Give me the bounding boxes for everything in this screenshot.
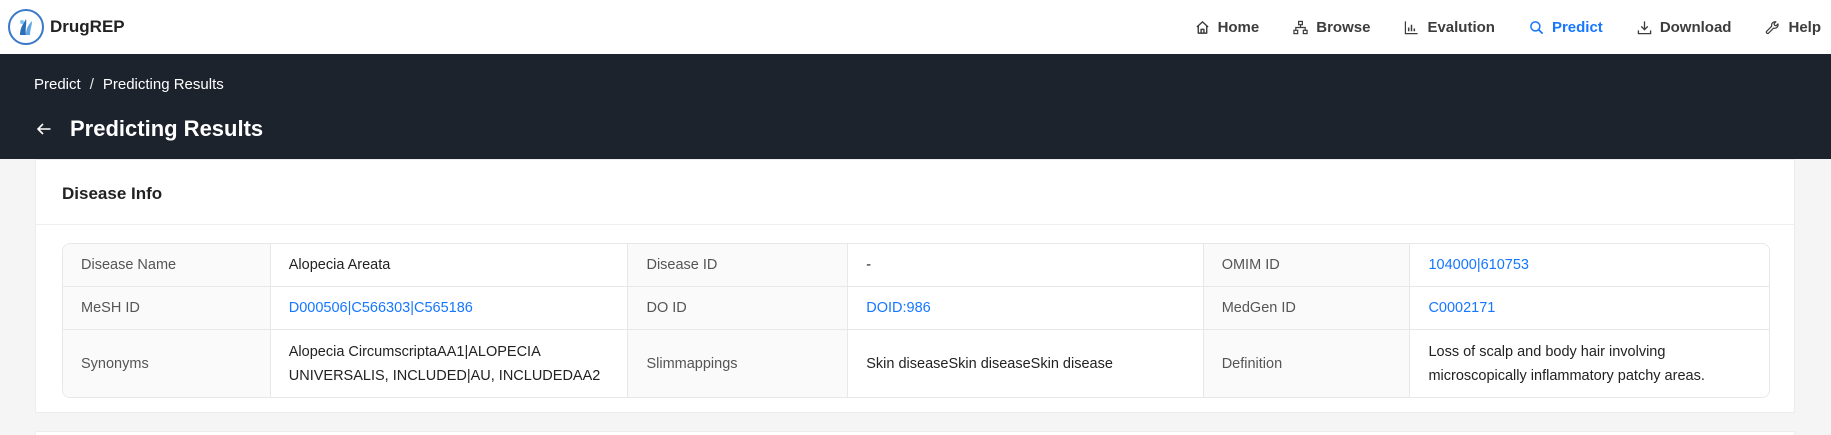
breadcrumb-separator: / xyxy=(89,76,94,93)
nav-home[interactable]: Home xyxy=(1178,0,1277,54)
omim-id-cell: 104000|610753 xyxy=(1410,244,1769,287)
drugrep-logo-icon xyxy=(8,9,44,45)
nav-download-label: Download xyxy=(1659,18,1732,36)
disease-info-table: Disease Name Alopecia Areata Disease ID … xyxy=(62,243,1770,398)
synonyms-line-2: UNIVERSALIS, INCLUDED|AU, INCLUDEDAA2 xyxy=(288,367,601,384)
nav-browse[interactable]: Browse xyxy=(1276,0,1387,54)
top-navbar: DrugREP Home Browse Evalution Predict Do… xyxy=(0,0,1831,54)
nav-download[interactable]: Download xyxy=(1620,0,1749,54)
nav-predict[interactable]: Predict xyxy=(1512,0,1620,54)
page-title: Predicting Results xyxy=(70,116,264,141)
omim-id-label: OMIM ID xyxy=(1203,244,1411,287)
do-id-cell: DOID:986 xyxy=(848,287,1204,330)
definition-label: Definition xyxy=(1203,330,1411,397)
slimmappings-label: Slimmappings xyxy=(628,330,849,397)
medgen-id-cell: C0002171 xyxy=(1410,287,1769,330)
nav-evalution-label: Evalution xyxy=(1427,18,1495,36)
medgen-id-link[interactable]: C0002171 xyxy=(1428,300,1495,316)
mesh-id-cell: D000506|C566303|C565186 xyxy=(270,287,629,330)
nav-help-label: Help xyxy=(1788,18,1821,36)
nav-home-label: Home xyxy=(1217,18,1260,36)
main-menu: Home Browse Evalution Predict Download H… xyxy=(1178,0,1831,54)
sitemap-icon xyxy=(1293,20,1308,34)
synonyms-value: Alopecia CircumscriptaAA1|ALOPECIA UNIVE… xyxy=(270,330,629,397)
breadcrumb-item-predict[interactable]: Predict xyxy=(34,76,81,93)
card-title: Disease Info xyxy=(62,184,163,203)
nav-predict-label: Predict xyxy=(1551,18,1603,36)
medgen-id-label: MedGen ID xyxy=(1203,287,1411,330)
bar-chart-icon xyxy=(1405,20,1419,34)
table-row: Synonyms Alopecia CircumscriptaAA1|ALOPE… xyxy=(63,330,1769,397)
mesh-id-link[interactable]: D000506|C566303|C565186 xyxy=(289,300,473,316)
disease-id-label: Disease ID xyxy=(628,244,849,287)
next-card-edge xyxy=(35,431,1795,435)
back-arrow-icon[interactable] xyxy=(34,119,54,139)
disease-info-card: Disease Info Disease Name Alopecia Areat… xyxy=(35,159,1795,413)
mesh-id-label: MeSH ID xyxy=(63,287,271,330)
disease-name-label: Disease Name xyxy=(63,244,271,287)
brand-name: DrugREP xyxy=(50,17,125,36)
breadcrumb: Predict / Predicting Results xyxy=(34,76,224,93)
synonyms-line-1: Alopecia CircumscriptaAA1|ALOPECIA xyxy=(288,343,541,360)
page-title-row: Predicting Results xyxy=(34,116,263,142)
brand[interactable]: DrugREP xyxy=(8,9,125,45)
definition-line-2: microscopically inflammatory patchy area… xyxy=(1428,367,1705,384)
table-row: MeSH ID D000506|C566303|C565186 DO ID DO… xyxy=(63,287,1769,330)
disease-id-value: - xyxy=(848,244,1204,287)
wrench-icon xyxy=(1766,20,1780,34)
synonyms-label: Synonyms xyxy=(63,330,271,397)
definition-value: Loss of scalp and body hair involving mi… xyxy=(1410,330,1769,397)
breadcrumb-item-current: Predicting Results xyxy=(102,76,224,93)
do-id-link[interactable]: DOID:986 xyxy=(866,300,930,316)
home-icon xyxy=(1195,20,1209,34)
definition-line-1: Loss of scalp and body hair involving xyxy=(1428,343,1666,360)
nav-help[interactable]: Help xyxy=(1748,0,1831,54)
table-row: Disease Name Alopecia Areata Disease ID … xyxy=(63,244,1769,287)
do-id-label: DO ID xyxy=(628,287,849,330)
download-icon xyxy=(1637,20,1652,34)
search-icon xyxy=(1530,20,1544,34)
disease-name-value: Alopecia Areata xyxy=(270,244,629,287)
nav-browse-label: Browse xyxy=(1316,18,1371,36)
nav-evalution[interactable]: Evalution xyxy=(1387,0,1512,54)
page-header: Predict / Predicting Results Predicting … xyxy=(0,54,1831,159)
card-divider xyxy=(36,224,1794,225)
omim-id-link[interactable]: 104000|610753 xyxy=(1428,257,1529,273)
slimmappings-value: Skin diseaseSkin diseaseSkin disease xyxy=(848,330,1204,397)
